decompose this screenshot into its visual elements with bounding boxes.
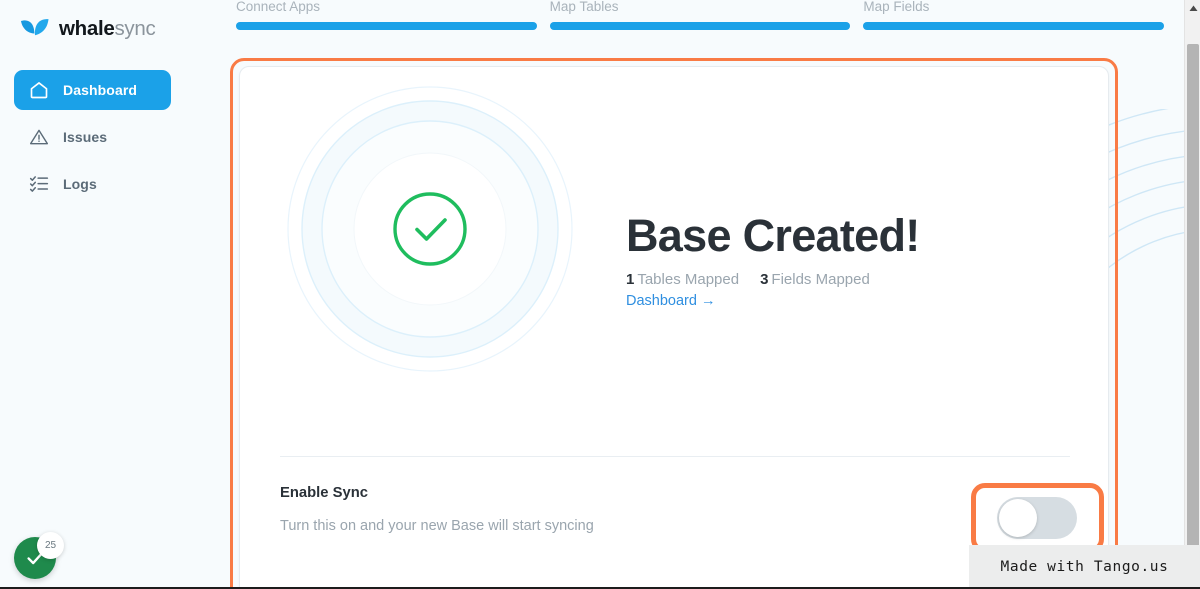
sidebar: whalesync Dashboard Issues Logs 25 [0,0,220,589]
sidebar-item-issues[interactable]: Issues [14,117,204,157]
brand-name-light: sync [114,17,156,40]
step-connect-apps[interactable]: Connect Apps [236,0,537,44]
brand-name-bold: whale [59,17,115,40]
sidebar-item-dashboard[interactable]: Dashboard [14,70,171,110]
sidebar-nav: Dashboard Issues Logs [14,70,204,211]
step-connect-apps-bar [236,22,537,30]
sidebar-item-issues-label: Issues [63,129,108,145]
step-map-tables-bar [549,22,851,30]
status-bubble-count: 25 [37,532,64,559]
tango-watermark: Made with Tango.us [969,545,1200,589]
step-connect-apps-label: Connect Apps [236,0,321,14]
home-icon [29,80,49,100]
step-map-fields-label: Map Fields [863,0,930,14]
step-map-tables-label: Map Tables [549,0,619,14]
status-bubble[interactable]: 25 [14,532,64,579]
sidebar-item-logs[interactable]: Logs [14,164,204,204]
vertical-scrollbar[interactable] [1184,0,1200,589]
brand-logo[interactable]: whalesync [20,16,156,42]
whale-tail-logo-icon [20,16,50,42]
progress-steps: Connect Apps Map Tables Map Fields [220,0,1180,44]
step-map-fields[interactable]: Map Fields [863,0,1165,44]
brand-name: whalesync [59,17,156,41]
sidebar-item-dashboard-label: Dashboard [63,82,138,98]
step-map-fields-bar [863,22,1165,30]
step-map-tables[interactable]: Map Tables [549,0,851,44]
app-root: whalesync Dashboard Issues Logs 25 Conne… [0,0,1200,589]
warning-triangle-icon [29,127,49,147]
checklist-icon [29,174,49,194]
sidebar-item-logs-label: Logs [63,176,97,192]
toggle-highlight-outline [971,483,1104,553]
scroll-up-arrow-icon[interactable] [1185,0,1200,17]
scrollbar-thumb[interactable] [1187,44,1199,560]
